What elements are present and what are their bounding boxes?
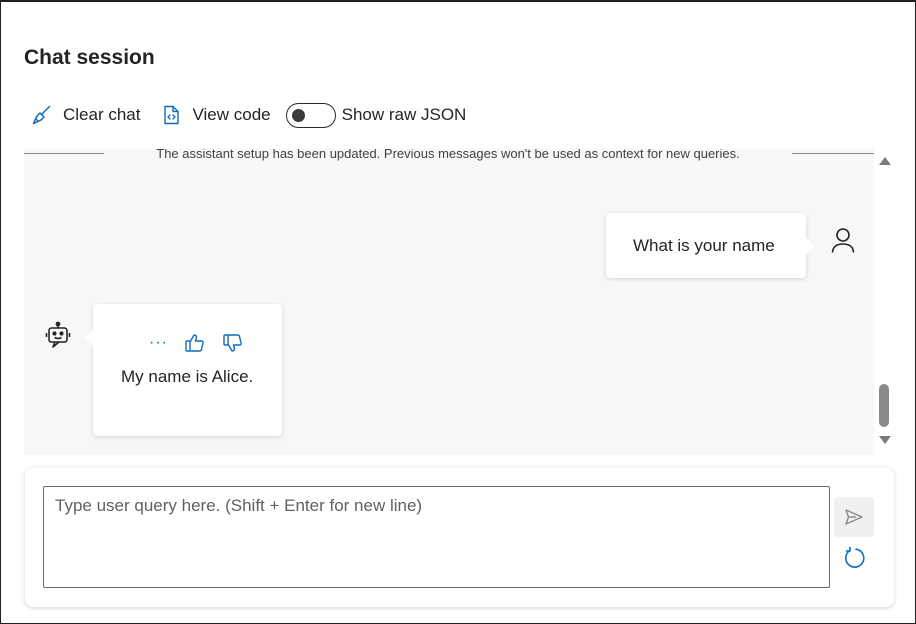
chat-transcript: The assistant setup has been updated. Pr…	[24, 149, 874, 455]
user-query-input[interactable]	[43, 486, 830, 588]
scroll-down-arrow-icon[interactable]	[879, 436, 891, 444]
scrollbar-thumb[interactable]	[879, 384, 889, 427]
toolbar: Clear chat View code Show raw JSON	[31, 100, 466, 130]
user-message: What is your name	[606, 213, 814, 278]
toggle-knob	[291, 108, 305, 122]
code-file-icon	[160, 104, 182, 126]
view-code-label: View code	[192, 105, 271, 124]
page-title: Chat session	[24, 46, 155, 69]
message-actions: ···	[149, 332, 260, 354]
show-raw-json-label: Show raw JSON	[341, 105, 467, 124]
assistant-message: ··· My name is Alice.	[85, 304, 282, 436]
chat-scrollbar[interactable]	[875, 155, 893, 449]
divider	[792, 152, 874, 154]
send-button[interactable]	[834, 497, 874, 537]
refresh-button[interactable]	[841, 545, 867, 571]
user-message-text: What is your name	[633, 235, 775, 255]
thumbs-down-icon[interactable]	[222, 332, 244, 354]
chat-session-panel: Chat session Clear chat View code Show r…	[0, 0, 916, 624]
clear-chat-label: Clear chat	[63, 105, 141, 124]
thumbs-up-icon[interactable]	[184, 332, 206, 354]
assistant-message-text: My name is Alice.	[121, 367, 254, 386]
send-icon	[844, 507, 864, 527]
query-panel	[25, 468, 894, 607]
show-raw-json-toggle[interactable]	[285, 102, 336, 128]
clear-chat-button[interactable]: Clear chat	[31, 104, 140, 126]
person-icon	[830, 226, 856, 254]
assistant-setup-notice: The assistant setup has been updated. Pr…	[24, 149, 874, 163]
bot-icon	[44, 321, 72, 349]
divider	[24, 152, 104, 154]
more-options-button[interactable]: ···	[149, 335, 168, 351]
refresh-icon	[842, 546, 866, 570]
scroll-up-arrow-icon[interactable]	[879, 157, 891, 165]
notice-text: The assistant setup has been updated. Pr…	[156, 149, 740, 161]
view-code-button[interactable]: View code	[160, 104, 271, 126]
broom-icon	[31, 104, 53, 126]
